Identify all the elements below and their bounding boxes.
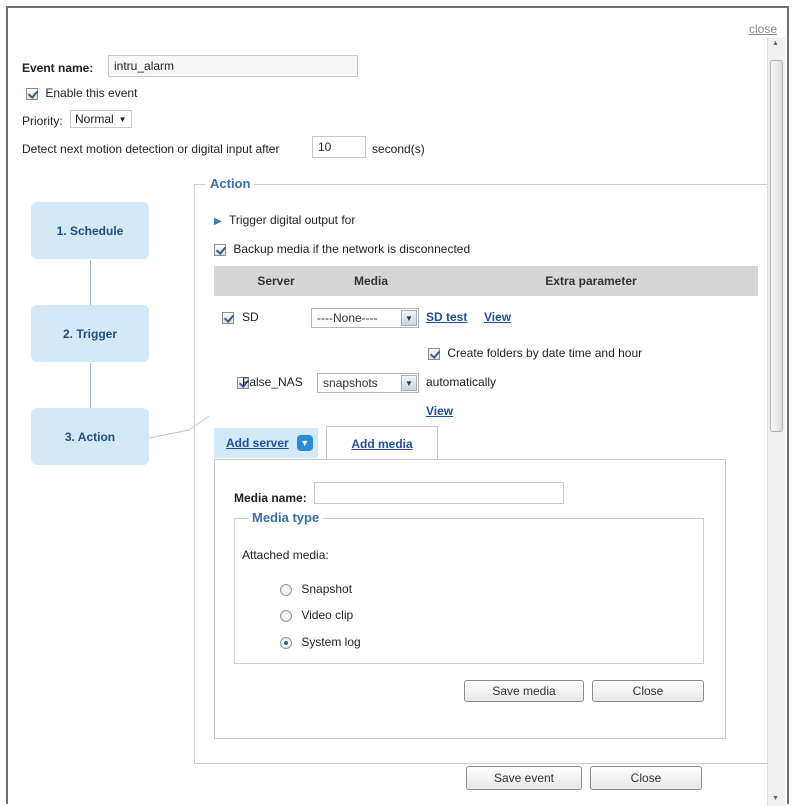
detect-label: Detect next motion detection or digital … — [22, 142, 280, 156]
chevron-down-icon: ▼ — [401, 375, 417, 391]
event-name-input[interactable] — [108, 55, 358, 77]
step-connector — [90, 260, 91, 305]
enable-event-checkbox[interactable] — [26, 87, 38, 100]
media-option-snapshot[interactable]: Snapshot — [280, 582, 352, 596]
detect-unit: second(s) — [372, 142, 425, 156]
server-name: SD — [242, 310, 259, 324]
system-log-radio[interactable] — [280, 636, 292, 649]
priority-value: Normal — [75, 112, 114, 126]
server-name: False_NAS — [242, 375, 303, 389]
enable-event-row: Enable this event — [26, 86, 137, 100]
chevron-down-icon: ▼ — [118, 114, 127, 124]
snapshot-radio[interactable] — [280, 583, 292, 596]
save-event-button[interactable]: Save event — [466, 766, 582, 790]
close-media-button[interactable]: Close — [592, 680, 704, 702]
media-select[interactable]: snapshots ▼ — [317, 373, 419, 393]
step-connector — [90, 363, 91, 408]
extra-parameter-value: automatically — [426, 375, 497, 389]
backup-media-checkbox[interactable] — [214, 243, 226, 256]
scrollbar-thumb[interactable] — [770, 60, 783, 432]
event-settings-dialog: close Event name: Enable this event Prio… — [6, 6, 789, 806]
priority-select[interactable]: Normal ▼ — [70, 110, 132, 128]
col-extra-parameter: Extra parameter — [545, 274, 637, 288]
create-folders-label: Create folders by date time and hour — [447, 346, 643, 360]
server-table-header: Server Media Extra parameter — [214, 266, 758, 296]
priority-label: Priority: — [22, 114, 63, 128]
attached-media-label: Attached media: — [242, 548, 329, 562]
view-link[interactable]: View — [426, 404, 453, 418]
backup-media-row: Backup media if the network is disconnec… — [214, 242, 470, 256]
close-link[interactable]: close — [749, 22, 777, 36]
system-log-label: System log — [301, 635, 361, 649]
scroll-up-icon[interactable]: ▲ — [772, 40, 779, 47]
trigger-digital-row[interactable]: ▶ Trigger digital output for — [214, 213, 355, 227]
detect-seconds-input[interactable] — [312, 136, 366, 158]
chevron-down-icon: ▼ — [296, 435, 313, 451]
create-folders-row: Create folders by date time and hour — [428, 346, 642, 360]
action-legend: Action — [206, 176, 255, 191]
step-trigger[interactable]: 2. Trigger — [31, 305, 149, 362]
view-link[interactable]: View — [484, 310, 511, 324]
add-server-label: Add server — [226, 436, 289, 450]
media-select-value: snapshots — [323, 376, 378, 390]
tab-add-server[interactable]: Add server ▼ — [214, 428, 318, 458]
create-folders-checkbox[interactable] — [428, 347, 440, 360]
video-clip-label: Video clip — [301, 608, 354, 622]
media-type-legend: Media type — [248, 510, 324, 525]
step-action[interactable]: 3. Action — [31, 408, 149, 465]
step-schedule[interactable]: 1. Schedule — [31, 202, 149, 259]
server-row-checkbox[interactable] — [222, 311, 234, 324]
media-name-input[interactable] — [314, 482, 564, 504]
col-server: Server — [257, 274, 295, 288]
media-select[interactable]: ----None---- ▼ — [311, 308, 419, 328]
trigger-digital-label: Trigger digital output for — [229, 213, 356, 227]
backup-media-label: Backup media if the network is disconnec… — [233, 242, 471, 256]
media-select-value: ----None---- — [317, 311, 378, 325]
add-media-label: Add media — [351, 436, 413, 451]
video-clip-radio[interactable] — [280, 609, 292, 622]
enable-event-label: Enable this event — [45, 86, 138, 100]
vertical-scrollbar[interactable]: ▲ ▼ — [767, 38, 785, 806]
scroll-down-icon[interactable]: ▼ — [772, 795, 779, 802]
expand-arrow-icon: ▶ — [214, 216, 222, 227]
sd-test-link[interactable]: SD test — [426, 310, 467, 324]
media-option-video-clip[interactable]: Video clip — [280, 608, 353, 622]
snapshot-label: Snapshot — [301, 582, 353, 596]
close-event-button[interactable]: Close — [590, 766, 702, 790]
event-name-label: Event name: — [22, 61, 94, 75]
media-option-system-log[interactable]: System log — [280, 635, 361, 649]
chevron-down-icon: ▼ — [401, 310, 417, 326]
tab-add-media[interactable]: Add media — [326, 426, 438, 460]
col-media: Media — [353, 274, 388, 288]
media-name-label: Media name: — [234, 491, 307, 505]
save-media-button[interactable]: Save media — [464, 680, 584, 702]
